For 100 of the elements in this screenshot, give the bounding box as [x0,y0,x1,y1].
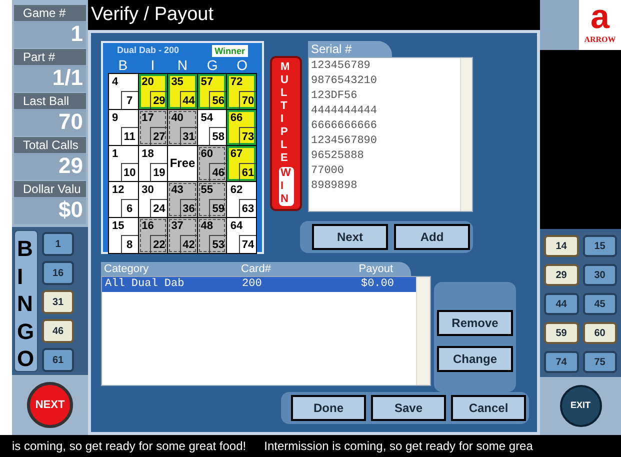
cell-number: 64 [230,220,243,232]
dab-number: 44 [180,90,197,108]
free-space: Free [170,155,196,172]
dab-number: 19 [150,162,168,180]
cell-number: 30 [142,184,154,196]
cell-number: 60 [200,148,214,160]
stat-label: Part # [14,49,86,65]
button[interactable]: Cancel [451,395,526,421]
table-row[interactable]: All Dual Dab 200 $0.00 [102,277,416,292]
table-cell-text: All Dual Dab [104,277,186,292]
cell-number: 55 [200,184,214,196]
serial-item[interactable]: 123DF56 [311,89,460,104]
cell-number: 67 [230,148,243,160]
stat-label: Last Ball [14,93,86,109]
dab-number: 70 [239,90,256,108]
button[interactable]: Remove [437,310,513,336]
ticker-text: Intermission is coming, so get ready for some grea [264,438,533,455]
stat-label: Dollar Valu [14,181,86,197]
button[interactable]: Save [371,395,446,421]
stat-label: Total Calls [14,137,86,153]
dab-number: 59 [209,198,226,216]
stat-value: 70 [14,109,86,136]
cell-number: 9 [112,112,118,124]
cell-number: 15 [112,220,124,232]
stat-value: 1/1 [14,65,86,92]
scrollbar[interactable] [416,277,430,385]
stat-label: Game # [14,5,86,21]
column-header: Payout [358,262,394,276]
serial-item[interactable]: 1234567890 [311,134,460,149]
dialog-title: Verify / Payout [91,2,214,27]
dab-number: 8 [120,234,138,252]
serial-item[interactable]: 6666666666 [311,119,460,134]
stat-value: $0 [14,197,86,224]
cell-number: 37 [171,220,184,232]
table-cell-text: 200 [242,277,263,292]
stat-value: 1 [14,21,86,48]
dab-number: 7 [120,90,138,108]
dab-number: 42 [180,234,197,252]
serial-item[interactable]: 8989898 [311,179,460,194]
dab-number: 46 [209,162,226,180]
button[interactable]: Done [291,395,366,421]
cell-number: 72 [230,76,243,88]
cell-number: 16 [142,220,154,232]
cell-number: 12 [112,184,124,196]
column-letter: G [206,58,219,72]
dab-number: 36 [180,198,197,216]
cell-number: 18 [142,148,154,160]
cell-number: 57 [200,76,214,88]
serial-item[interactable]: 77000 [311,164,460,179]
scrollbar[interactable] [460,58,472,211]
ticker-text: is coming, so get ready for some great food! [12,438,246,455]
dab-number: 58 [209,126,226,144]
dab-number: 10 [120,162,138,180]
stat-value: 29 [14,153,86,180]
dab-number: 63 [239,198,256,216]
cell-number: 40 [171,112,184,124]
logo-mark: a [590,0,610,34]
card-name: Dual Dab - 200 [117,44,180,57]
dab-number: 74 [239,234,256,252]
column-header: Category [103,262,150,276]
cell-number: 1 [112,148,118,160]
dab-number: 27 [150,126,168,144]
cell-number: 4 [112,76,118,88]
column-header: Card# [241,262,272,276]
dab-number: 6 [120,198,138,216]
dab-number: 22 [150,234,168,252]
next-button[interactable]: NEXT [27,382,73,428]
cell-number: 66 [230,112,243,124]
button[interactable]: Change [437,346,513,372]
dab-number: 73 [239,126,256,144]
cell-number: 35 [171,76,184,88]
dab-number: 31 [180,126,197,144]
cell-number: 62 [230,184,243,196]
win-text: WIN [278,167,294,206]
column-letter: O [236,58,249,72]
winner-badge: Winner [212,44,248,57]
button[interactable]: Add [394,224,470,250]
serial-item[interactable]: 4444444444 [311,104,460,119]
multiple-text: MULTIPLE [280,61,293,165]
bingo-board-letters: BINGO [14,230,38,372]
cell-number: 17 [142,112,154,124]
dab-number: 29 [150,90,168,108]
dab-number: 53 [209,234,226,252]
serial-item[interactable]: 9876543210 [311,74,460,89]
button[interactable]: Next [312,224,388,250]
logo-text: ARROW [584,34,616,46]
column-letter: I [150,58,156,72]
dab-number: 11 [120,126,138,144]
cell-number: 20 [142,76,154,88]
cell-number: 54 [200,112,214,124]
cell-number: 48 [200,220,214,232]
dab-number: 56 [209,90,226,108]
serial-item[interactable]: 96525888 [311,149,460,164]
table-cell-text: $0.00 [360,277,395,292]
serial-item[interactable]: 123456789 [311,59,460,74]
dab-number: 24 [150,198,168,216]
dab-number: 61 [239,162,256,180]
exit-button[interactable]: EXIT [560,385,602,427]
cell-number: 43 [171,184,184,196]
column-letter: B [117,58,129,72]
